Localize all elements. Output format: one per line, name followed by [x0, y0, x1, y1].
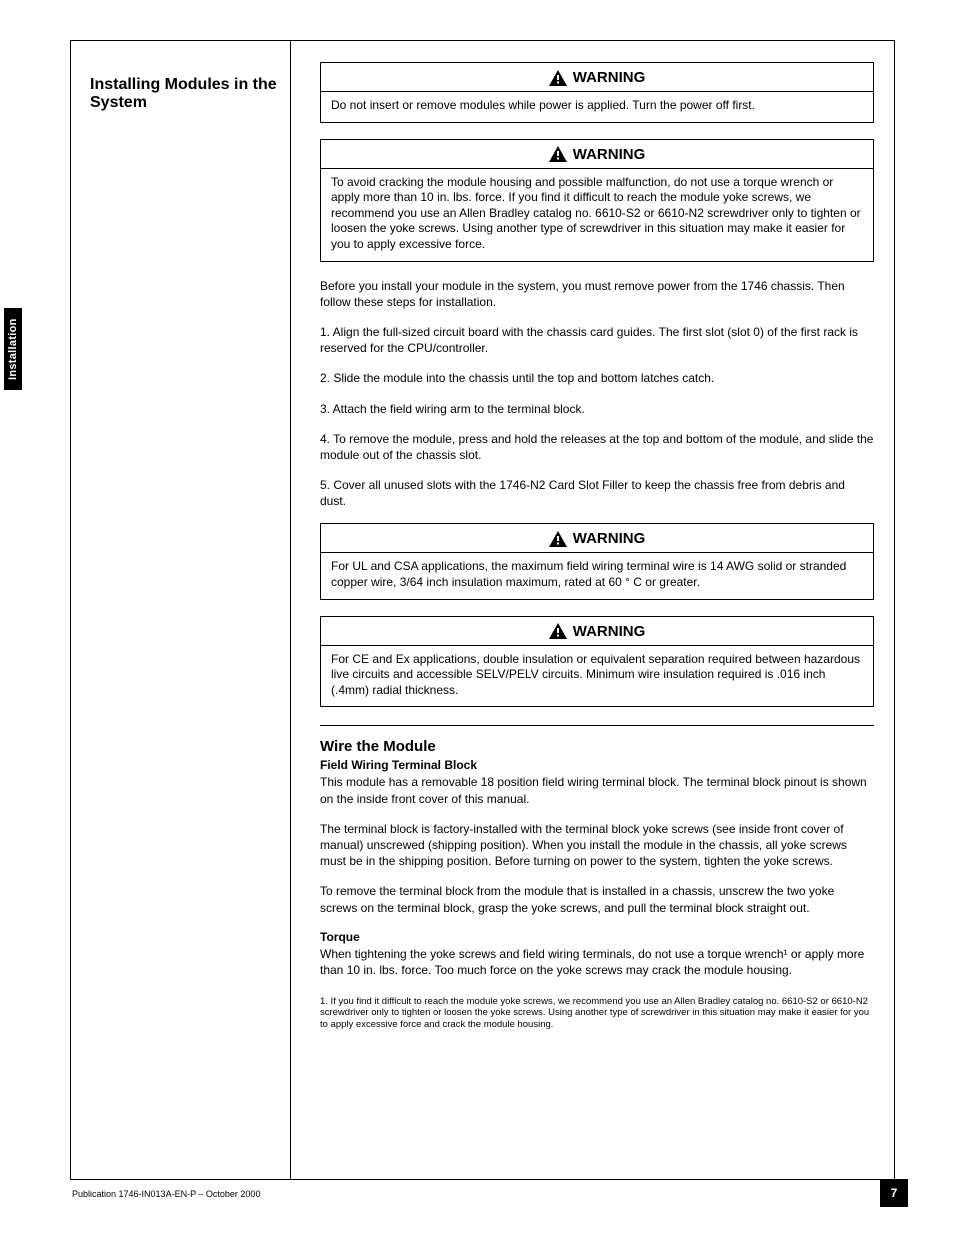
warning-label: WARNING [573, 623, 646, 640]
footnote: 1. If you find it difficult to reach the… [320, 996, 874, 1030]
warning-box-4: WARNING For CE and Ex applications, doub… [320, 616, 874, 708]
warning-label: WARNING [573, 146, 646, 163]
subsection-heading-2: Field Wiring Terminal Block [320, 758, 874, 772]
content-column: WARNING Do not insert or remove modules … [320, 62, 874, 1030]
step-4: 4. To remove the module, press and hold … [320, 431, 874, 463]
warning-icon [549, 70, 567, 86]
warning-header: WARNING [321, 524, 873, 553]
subsection-heading-1: Wire the Module [320, 738, 874, 755]
warning-header: WARNING [321, 63, 873, 92]
warning-body: Do not insert or remove modules while po… [321, 92, 873, 122]
warning-body: For CE and Ex applications, double insul… [321, 646, 873, 707]
step-5: 5. Cover all unused slots with the 1746-… [320, 477, 874, 509]
side-tab-label: Installation [4, 308, 22, 390]
warning-box-2: WARNING To avoid cracking the module hou… [320, 139, 874, 262]
paragraph-intro: Before you install your module in the sy… [320, 278, 874, 310]
warning-label: WARNING [573, 69, 646, 86]
warning-header: WARNING [321, 617, 873, 646]
column-divider [290, 40, 291, 1180]
warning-icon [549, 531, 567, 547]
page-number: 7 [880, 1179, 908, 1207]
step-3: 3. Attach the field wiring arm to the te… [320, 401, 874, 417]
paragraph: To remove the terminal block from the mo… [320, 883, 874, 915]
warning-body: To avoid cracking the module housing and… [321, 169, 873, 261]
warning-body: For UL and CSA applications, the maximum… [321, 553, 873, 598]
paragraph: The terminal block is factory-installed … [320, 821, 874, 870]
warning-box-1: WARNING Do not insert or remove modules … [320, 62, 874, 123]
warning-box-3: WARNING For UL and CSA applications, the… [320, 523, 874, 599]
warning-icon [549, 623, 567, 639]
warning-header: WARNING [321, 140, 873, 169]
warning-icon [549, 146, 567, 162]
paragraph: When tightening the yoke screws and fiel… [320, 946, 874, 978]
section-title: Installing Modules in the System [90, 76, 285, 113]
subsection-heading-torque: Torque [320, 930, 874, 944]
step-2: 2. Slide the module into the chassis unt… [320, 370, 874, 386]
step-1: 1. Align the full-sized circuit board wi… [320, 324, 874, 356]
publication-id: Publication 1746-IN013A-EN-P – October 2… [72, 1189, 260, 1199]
paragraph: This module has a removable 18 position … [320, 774, 874, 806]
warning-label: WARNING [573, 530, 646, 547]
horizontal-rule [320, 725, 874, 726]
